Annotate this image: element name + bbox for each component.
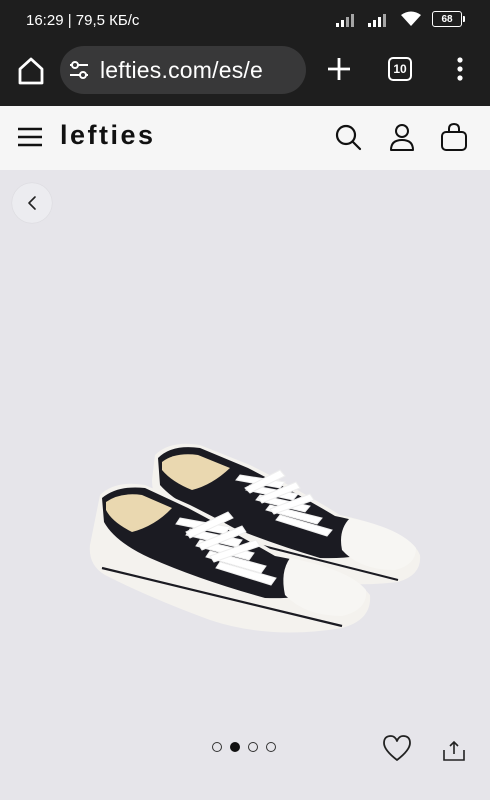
new-tab-plus-icon[interactable] (324, 54, 354, 84)
status-time-speed: 16:29 | 79,5 КБ/с (26, 12, 139, 29)
wifi-icon (401, 11, 421, 26)
status-icons: 68 (336, 11, 465, 27)
search-icon[interactable] (334, 123, 362, 151)
back-chevron-icon (28, 196, 36, 210)
sneakers-image[interactable] (80, 430, 430, 670)
battery-level: 68 (441, 13, 453, 25)
url-text[interactable]: lefties.com/es/e (100, 57, 263, 84)
home-icon[interactable] (14, 54, 48, 88)
hamburger-menu-icon[interactable] (18, 126, 42, 148)
tab-count: 10 (393, 62, 407, 76)
carousel-dot[interactable] (212, 742, 222, 752)
signal-icon (336, 14, 354, 27)
status-separator: | (67, 12, 72, 29)
site-logo[interactable]: lefties (60, 120, 156, 151)
battery-icon: 68 (432, 11, 465, 27)
carousel-dot[interactable] (266, 742, 276, 752)
status-bar: 16:29 | 79,5 КБ/с 68 (0, 0, 490, 40)
heart-icon[interactable] (382, 734, 412, 762)
shopping-bag-icon[interactable] (440, 122, 468, 152)
share-icon[interactable] (442, 738, 466, 762)
carousel-dot[interactable] (230, 742, 240, 752)
tabs-icon[interactable]: 10 (388, 57, 412, 81)
browser-toolbar: lefties.com/es/e 10 (0, 40, 490, 106)
signal-icon (368, 14, 386, 27)
back-button[interactable] (12, 183, 52, 223)
more-vertical-icon[interactable] (450, 56, 470, 82)
site-settings-icon[interactable] (68, 59, 90, 81)
address-bar[interactable]: lefties.com/es/e (60, 46, 306, 94)
carousel-dot[interactable] (248, 742, 258, 752)
clock: 16:29 (26, 12, 64, 29)
carousel-dots (212, 742, 276, 752)
user-icon[interactable] (389, 122, 415, 152)
site-header: lefties (0, 106, 490, 170)
network-speed: 79,5 КБ/с (75, 12, 140, 29)
